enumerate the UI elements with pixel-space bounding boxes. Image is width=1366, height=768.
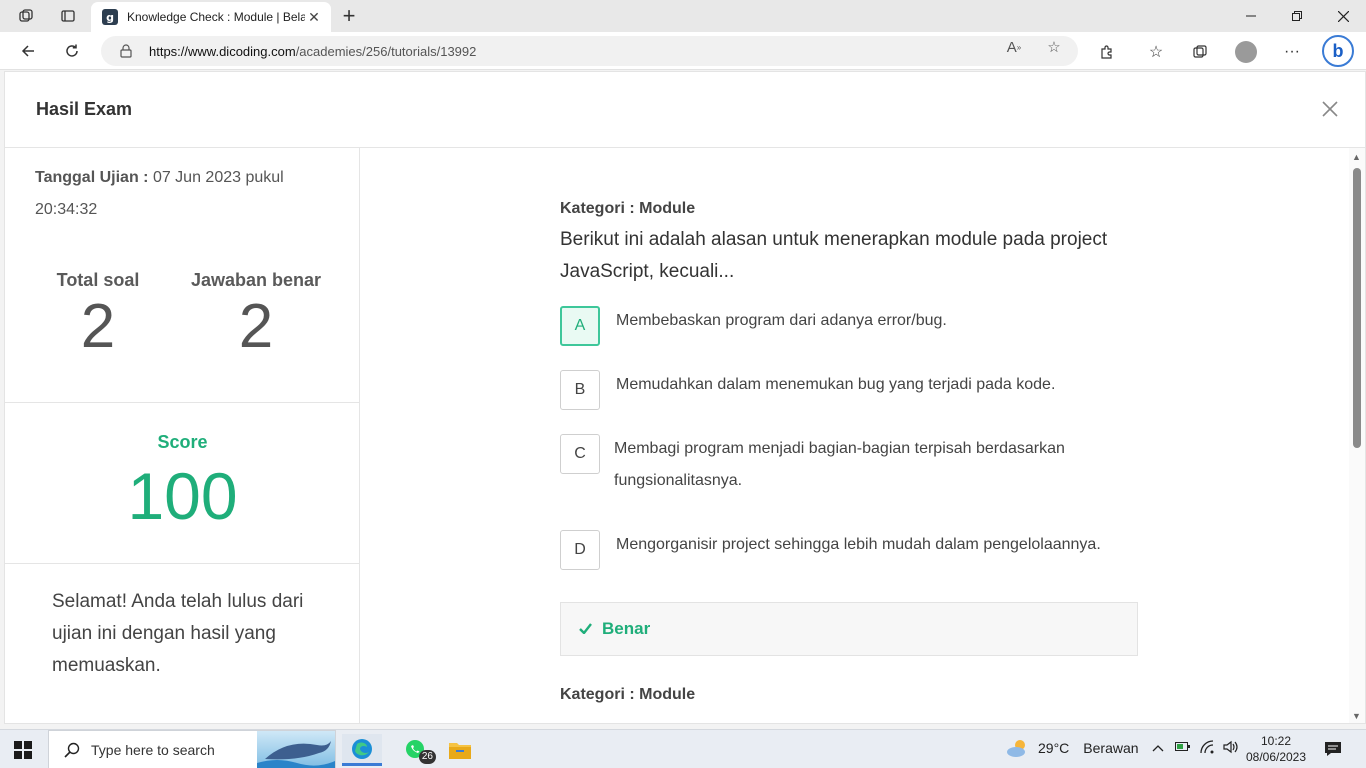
page-scrollbar[interactable]: ▲ ▼ xyxy=(1349,148,1365,723)
notification-icon[interactable] xyxy=(1324,740,1342,758)
scroll-up-icon[interactable]: ▲ xyxy=(1352,152,1361,162)
weather-widget[interactable]: 29°C Berawan xyxy=(1006,738,1139,758)
bing-chat-icon[interactable]: b xyxy=(1322,35,1354,67)
wifi-icon[interactable] xyxy=(1200,740,1216,757)
modal-header: Hasil Exam xyxy=(5,72,1365,148)
exam-date: Tanggal Ujian : 07 Jun 2023 pukul 20:34:… xyxy=(35,162,325,226)
summary-panel: Tanggal Ujian : 07 Jun 2023 pukul 20:34:… xyxy=(5,148,360,723)
lock-icon[interactable] xyxy=(119,44,133,58)
battery-icon[interactable] xyxy=(1175,740,1191,755)
url-host: https://www.dicoding.com xyxy=(149,43,296,59)
tab-actions-icon[interactable] xyxy=(54,4,82,28)
restore-icon[interactable] xyxy=(1274,0,1320,32)
file-explorer-taskbar-icon[interactable] xyxy=(440,734,480,766)
search-icon xyxy=(63,741,81,759)
refresh-icon[interactable] xyxy=(57,37,87,65)
minimize-icon[interactable] xyxy=(1228,0,1274,32)
more-menu-icon[interactable]: ··· xyxy=(1280,41,1304,63)
correct-label: Jawaban benar xyxy=(190,270,322,290)
check-icon xyxy=(579,619,592,639)
active-tab[interactable]: g Knowledge Check : Module | Bela ✕ xyxy=(91,2,331,32)
taskbar-search[interactable]: Type here to search xyxy=(48,730,336,768)
new-tab-icon[interactable]: + xyxy=(335,3,363,28)
weather-temp: 29°C xyxy=(1038,740,1070,756)
back-icon[interactable] xyxy=(13,37,43,65)
correct-value: 2 xyxy=(238,292,274,361)
scroll-thumb[interactable] xyxy=(1353,168,1361,448)
option-b[interactable]: B Memudahkan dalam menemukan bug yang te… xyxy=(560,370,1136,410)
search-highlight-image xyxy=(257,731,335,768)
result-message: Selamat! Anda telah lulus dari ujian ini… xyxy=(52,591,304,676)
date-label: Tanggal Ujian : xyxy=(35,169,149,186)
option-text: Membebaskan program dari adanya error/bu… xyxy=(616,312,947,329)
close-window-icon[interactable] xyxy=(1320,0,1366,32)
address-bar[interactable]: https://www.dicoding.com/academies/256/t… xyxy=(101,36,1078,66)
extensions-icon[interactable] xyxy=(1095,41,1119,63)
question-text: Berikut ini adalah alasan untuk menerapk… xyxy=(560,229,1108,282)
total-value: 2 xyxy=(80,292,116,361)
total-questions-stat: Total soal 2 xyxy=(52,270,144,359)
correct-answers-stat: Jawaban benar 2 xyxy=(188,270,324,359)
score-label: Score xyxy=(157,432,208,452)
scroll-down-icon[interactable]: ▼ xyxy=(1352,711,1361,721)
option-text: Memudahkan dalam menemukan bug yang terj… xyxy=(616,376,1056,393)
divider xyxy=(5,402,360,403)
result-text: Benar xyxy=(602,619,651,638)
browser-toolbar: https://www.dicoding.com/academies/256/t… xyxy=(0,32,1366,70)
question-1: Kategori : Module Berikut ini adalah ala… xyxy=(560,200,1150,288)
edge-taskbar-icon[interactable] xyxy=(342,734,382,766)
tab-title: Knowledge Check : Module | Bela xyxy=(127,10,305,24)
modal-close-icon[interactable] xyxy=(1317,96,1343,122)
score-value: 100 xyxy=(127,459,238,533)
option-d[interactable]: D Mengorganisir project sehingga lebih m… xyxy=(560,530,1136,570)
show-hidden-icons-icon[interactable] xyxy=(1152,740,1164,755)
question-category: Kategori : Module xyxy=(560,200,696,217)
option-letter[interactable]: D xyxy=(560,530,600,570)
total-label: Total soal xyxy=(56,270,140,290)
whatsapp-badge: 26 xyxy=(418,750,436,764)
option-letter[interactable]: A xyxy=(560,306,600,346)
option-text: Mengorganisir project sehingga lebih mud… xyxy=(616,536,1101,553)
weather-desc: Berawan xyxy=(1083,740,1139,756)
collections-icon[interactable] xyxy=(1188,41,1212,63)
windows-start-icon[interactable] xyxy=(14,741,32,759)
windows-taskbar: Type here to search 26 29°C Berawan 10:2… xyxy=(0,729,1366,768)
url-path: /academies/256/tutorials/13992 xyxy=(295,43,477,59)
cloudy-weather-icon xyxy=(1007,740,1025,757)
modal-title: Hasil Exam xyxy=(36,99,133,119)
option-letter[interactable]: B xyxy=(560,370,600,410)
question-category: Kategori : Module xyxy=(560,686,696,703)
option-letter[interactable]: C xyxy=(560,434,600,474)
browser-tab-bar: g Knowledge Check : Module | Bela ✕ + xyxy=(0,0,1366,32)
url-text[interactable]: https://www.dicoding.com/academies/256/t… xyxy=(149,44,476,59)
workspaces-icon[interactable] xyxy=(12,4,40,28)
favorites-icon[interactable]: ☆ xyxy=(1144,41,1168,63)
option-c[interactable]: C Membagi program menjadi bagian-bagian … xyxy=(560,434,1124,497)
divider xyxy=(5,563,360,564)
clock-time: 10:22 xyxy=(1260,734,1292,748)
option-a[interactable]: A Membebaskan program dari adanya error/… xyxy=(560,306,1136,346)
favorite-star-icon[interactable]: ☆ xyxy=(1043,37,1065,57)
questions-panel: Kategori : Module Berikut ini adalah ala… xyxy=(361,148,1351,723)
profile-avatar[interactable] xyxy=(1234,41,1258,63)
clock-date: 08/06/2023 xyxy=(1245,750,1307,764)
exam-result-modal: Hasil Exam Tanggal Ujian : 07 Jun 2023 p… xyxy=(4,71,1366,724)
system-clock[interactable]: 10:22 08/06/2023 xyxy=(1244,733,1308,765)
search-placeholder: Type here to search xyxy=(91,741,215,758)
question-2: Kategori : Module xyxy=(560,686,1150,704)
whatsapp-taskbar-icon[interactable]: 26 xyxy=(396,734,436,766)
option-text: Membagi program menjadi bagian-bagian te… xyxy=(614,440,1065,489)
read-aloud-icon[interactable]: A» xyxy=(1003,37,1025,57)
dicoding-favicon-icon: g xyxy=(102,9,118,25)
volume-icon[interactable] xyxy=(1223,740,1239,757)
tab-close-icon[interactable]: ✕ xyxy=(305,9,323,26)
answer-result: Benar xyxy=(560,602,1138,656)
